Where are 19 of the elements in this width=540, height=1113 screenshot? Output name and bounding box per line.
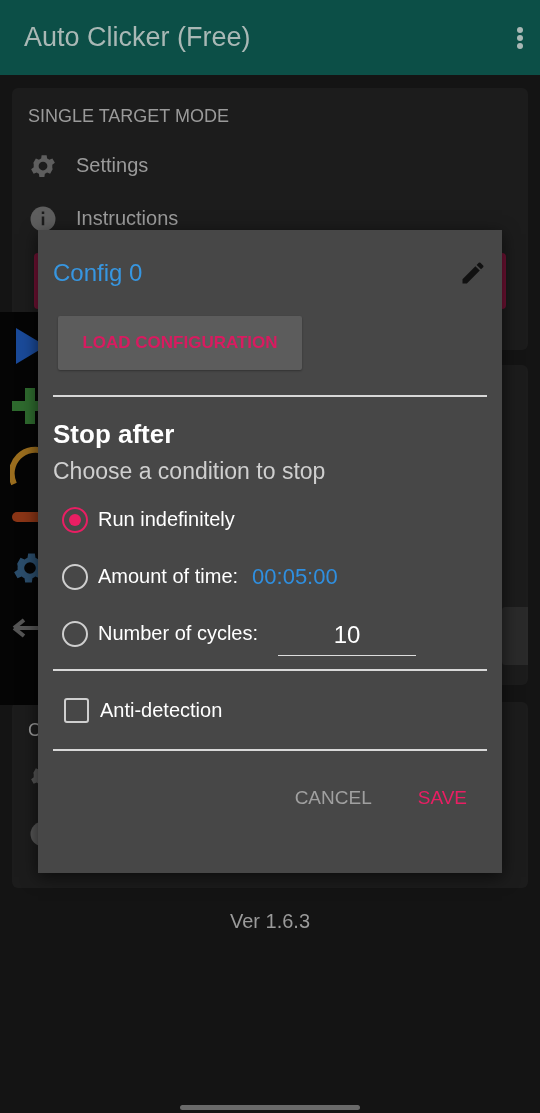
section-subtitle: Choose a condition to stop [53,458,327,485]
menu-item[interactable]: Instructions [76,207,179,230]
checkbox-label: Anti-detection [100,698,223,722]
section-heading: SINGLE TARGET MODE [28,106,231,127]
version-label: Ver 1.6.3 [228,910,312,933]
radio-button[interactable] [62,506,88,533]
app-title: Auto Clicker (Free) [24,22,251,53]
option-label: Amount of time: [98,565,239,588]
more-menu-icon[interactable] [516,25,524,50]
cycles-input-field[interactable]: 10 [278,617,417,656]
menu-item[interactable]: Settings [76,154,149,177]
section-title: Stop after [53,419,176,450]
option-label: Number of cycles: [98,622,259,645]
checkbox[interactable] [64,697,89,723]
save-button[interactable]: SAVE [405,779,479,817]
config-title: Config 0 [53,259,143,287]
cancel-button[interactable]: CANCEL [282,779,384,817]
option-label: Run indefinitely [98,508,235,531]
time-value[interactable]: 00:05:00 [252,563,338,590]
